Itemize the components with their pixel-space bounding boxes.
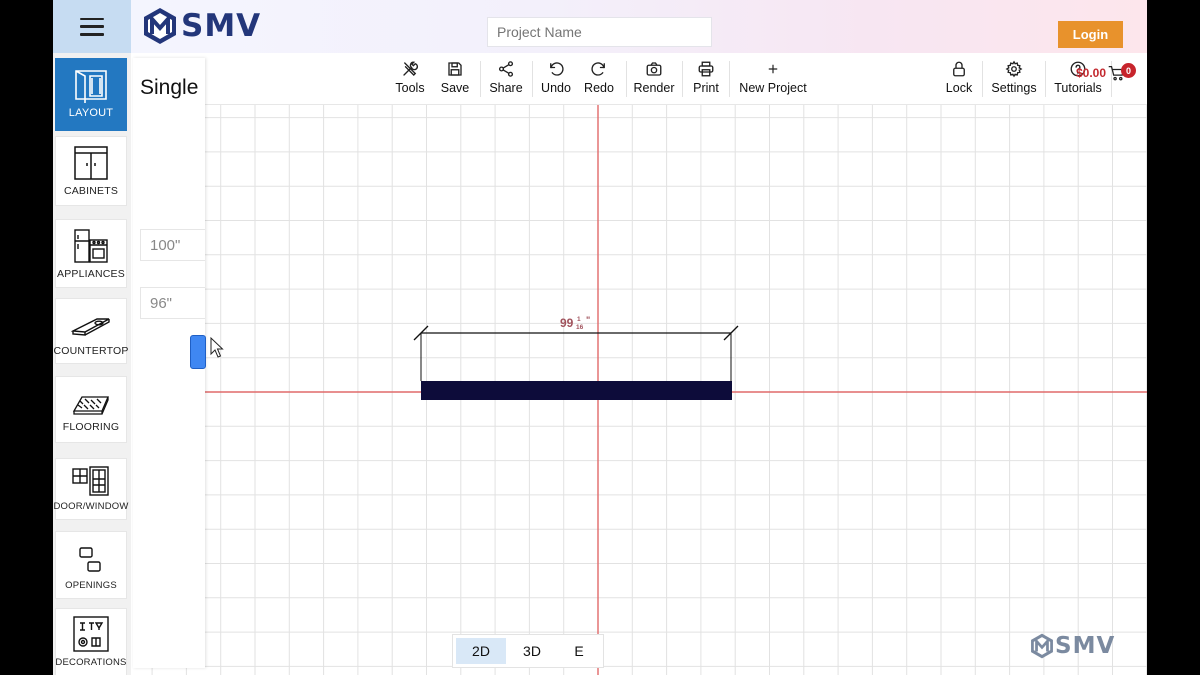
lock-button[interactable]: Lock	[941, 60, 977, 102]
settings-label: Settings	[991, 81, 1037, 95]
redo-label: Redo	[584, 81, 614, 95]
sidebar-item-cabinets[interactable]: CABINETS	[55, 136, 127, 206]
view-mode-toggle: 2D 3D E	[452, 634, 604, 668]
sidebar-item-label: DOOR/WINDOW	[53, 501, 129, 512]
undo-button[interactable]: Undo	[537, 60, 575, 102]
dimension-denominator: 16	[576, 324, 584, 331]
hamburger-icon	[80, 17, 104, 36]
sidebar-item-label: FLOORING	[62, 421, 120, 433]
view-elevation-button[interactable]: E	[558, 638, 600, 664]
menu-button[interactable]	[53, 0, 131, 53]
redo-button[interactable]: Redo	[579, 60, 619, 102]
toolbar-divider	[982, 61, 983, 97]
tutorials-label: Tutorials	[1054, 81, 1102, 95]
sidebar-item-label: APPLIANCES	[57, 268, 125, 280]
camera-icon	[646, 62, 662, 76]
render-button[interactable]: Render	[630, 60, 678, 102]
view-2d-button[interactable]: 2D	[456, 638, 506, 664]
app-window: SMV Login Tools Save Share Undo Redo	[53, 0, 1147, 675]
design-canvas[interactable]: 99 1 16 "	[133, 105, 1147, 675]
project-name-input[interactable]	[487, 17, 712, 47]
toolbar-divider	[1045, 61, 1046, 97]
wall-width-input[interactable]	[140, 229, 205, 261]
decorations-icon	[73, 616, 109, 652]
settings-button[interactable]: Settings	[987, 60, 1041, 102]
wall-dimension: 99 1 16 "	[413, 315, 739, 381]
toolbar-divider	[682, 61, 683, 97]
sidebar-item-door-window[interactable]: DOOR/WINDOW	[53, 458, 129, 520]
logo-text: SMV	[181, 8, 262, 44]
toolbar-divider	[729, 61, 730, 97]
gear-icon	[1005, 60, 1023, 78]
panel-title: Single	[140, 76, 199, 99]
toolbar-divider	[626, 61, 627, 97]
login-button[interactable]: Login	[1058, 21, 1123, 48]
new-project-label: New Project	[739, 81, 807, 95]
new-project-button[interactable]: New Project	[734, 60, 812, 102]
toolbar: Tools Save Share Undo Redo Render Print	[133, 53, 1147, 105]
sidebar-item-flooring[interactable]: FLOORING	[55, 376, 127, 443]
save-label: Save	[440, 81, 470, 95]
cart-amount: $0.00	[1076, 66, 1107, 80]
tools-label: Tools	[395, 81, 425, 95]
logo[interactable]: SMV	[141, 6, 261, 46]
cart-button[interactable]: $0.00 0	[1076, 63, 1136, 81]
share-button[interactable]: Share	[485, 60, 527, 102]
share-label: Share	[489, 81, 523, 95]
sidebar-item-layout[interactable]: LAYOUT	[55, 58, 127, 131]
toolbar-divider	[532, 61, 533, 97]
dimension-numerator: 1	[577, 316, 581, 323]
header: SMV Login	[53, 0, 1147, 53]
sidebar-item-label: LAYOUT	[68, 107, 114, 119]
sidebar-item-openings[interactable]: OPENINGS	[55, 531, 127, 599]
redo-icon	[591, 62, 605, 76]
lock-icon	[953, 61, 965, 77]
save-icon	[448, 62, 462, 76]
sidebar-item-countertop[interactable]: COUNTERTOP	[53, 298, 129, 364]
sidebar-item-label: OPENINGS	[65, 580, 117, 591]
toolbar-divider	[480, 61, 481, 97]
printer-icon	[698, 61, 714, 77]
watermark-mark-icon	[1031, 633, 1053, 659]
sidebar: LAYOUT CABINETS APPLIANCES COUNTERTOP FL…	[53, 53, 131, 675]
tools-button[interactable]: Tools	[390, 60, 430, 102]
print-button[interactable]: Print	[686, 60, 726, 102]
wall-height-input[interactable]	[140, 287, 205, 319]
plus-icon	[768, 64, 778, 74]
sidebar-item-label: DECORATIONS	[55, 657, 127, 668]
sidebar-item-decorations[interactable]: DECORATIONS	[55, 608, 127, 675]
layout-icon	[75, 70, 107, 103]
wall-segment[interactable]	[421, 381, 732, 400]
render-label: Render	[633, 81, 675, 95]
watermark-text: SMV	[1055, 633, 1116, 659]
undo-label: Undo	[541, 81, 571, 95]
panel-resize-handle[interactable]	[190, 335, 206, 369]
sidebar-item-label: COUNTERTOP	[53, 345, 129, 357]
dimension-unit: "	[586, 315, 590, 325]
sidebar-item-appliances[interactable]: APPLIANCES	[55, 219, 127, 288]
flooring-icon	[72, 396, 109, 415]
dimension-whole: 99	[560, 316, 574, 330]
appliance-icon	[74, 229, 108, 263]
share-icon	[498, 61, 514, 77]
print-label: Print	[693, 81, 719, 95]
cabinet-icon	[74, 146, 108, 180]
lock-label: Lock	[945, 81, 973, 95]
countertop-icon	[71, 318, 110, 336]
watermark-logo: SMV	[1029, 632, 1115, 660]
cart-count-badge: 0	[1121, 63, 1136, 78]
logo-mark-icon	[144, 8, 176, 44]
sidebar-item-label: CABINETS	[63, 185, 119, 197]
view-3d-button[interactable]: 3D	[506, 638, 558, 664]
save-button[interactable]: Save	[437, 60, 473, 102]
undo-icon	[550, 62, 564, 76]
door-window-icon	[72, 466, 109, 496]
openings-icon	[79, 547, 101, 572]
tools-icon	[403, 61, 419, 76]
